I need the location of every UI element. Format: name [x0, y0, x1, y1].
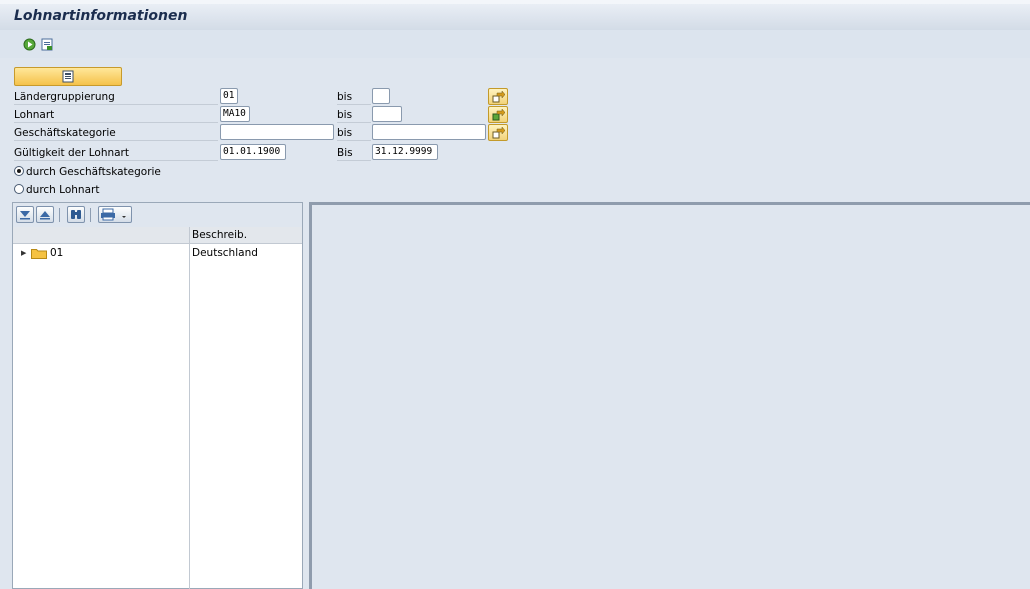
lohnart-bis-label: bis — [337, 107, 371, 123]
execute-icon[interactable] — [23, 38, 36, 51]
column-header-beschreib[interactable]: Beschreib. — [192, 227, 247, 244]
geschaeftskategorie-bis-label: bis — [337, 125, 371, 141]
laendergruppierung-bis-label: bis — [337, 89, 371, 105]
folder-icon — [31, 249, 47, 259]
expand-arrow-icon[interactable]: ▶ — [21, 245, 26, 261]
gueltigkeit-bis-label: Bis — [337, 145, 371, 161]
tree-pane: Beschreib. ▶ 01 Deutschland — [12, 202, 303, 589]
laendergruppierung-from-field[interactable]: 01 — [220, 88, 238, 104]
geschaeftskategorie-multiple-selection-button[interactable] — [488, 124, 508, 141]
toolbar-separator — [59, 208, 60, 222]
document-icon — [62, 70, 74, 83]
label-gueltigkeit: Gültigkeit der Lohnart — [14, 145, 218, 161]
tree-node[interactable]: ▶ 01 Deutschland — [13, 245, 302, 261]
label-geschaeftskategorie: Geschäftskategorie — [14, 125, 218, 141]
lohnart-to-field[interactable] — [372, 106, 402, 122]
find-icon — [71, 210, 81, 219]
geschaeftskategorie-to-field[interactable] — [372, 124, 486, 140]
print-button[interactable] — [98, 206, 132, 223]
arrow-right-icon — [492, 127, 505, 139]
geschaeftskategorie-from-field[interactable] — [220, 124, 334, 140]
tree-node-description: Deutschland — [192, 247, 258, 259]
tree-node-label: 01 — [50, 247, 64, 259]
execute-button[interactable] — [14, 67, 122, 86]
collapse-icon — [40, 211, 50, 220]
label-lohnart: Lohnart — [14, 107, 218, 123]
arrow-right-green-icon — [492, 109, 505, 121]
print-icon — [101, 208, 126, 221]
expand-icon — [20, 211, 30, 220]
tree-column-header: Beschreib. — [13, 227, 302, 244]
lohnart-multiple-selection-button[interactable] — [488, 106, 508, 123]
title-bar: Lohnartinformationen — [0, 0, 1030, 30]
tree-toolbar — [13, 203, 302, 227]
expand-all-button[interactable] — [16, 206, 34, 223]
radio-unselected-icon[interactable] — [14, 184, 24, 194]
label-laendergruppierung: Ländergruppierung — [14, 89, 218, 105]
detail-pane — [309, 202, 1030, 589]
gueltigkeit-to-field[interactable]: 31.12.9999 — [372, 144, 438, 160]
radio-label: durch Geschäftskategorie — [26, 166, 161, 178]
radio-selected-icon[interactable] — [14, 166, 24, 176]
radio-durch-geschaeftskategorie[interactable]: durch Geschäftskategorie — [14, 164, 161, 180]
toolbar-separator — [90, 208, 91, 222]
find-button[interactable] — [67, 206, 85, 223]
laendergruppierung-multiple-selection-button[interactable] — [488, 88, 508, 105]
radio-durch-lohnart[interactable]: durch Lohnart — [14, 182, 99, 198]
gueltigkeit-from-field[interactable]: 01.01.1900 — [220, 144, 286, 160]
collapse-all-button[interactable] — [36, 206, 54, 223]
laendergruppierung-to-field[interactable] — [372, 88, 390, 104]
arrow-right-icon — [492, 91, 505, 103]
application-toolbar — [0, 30, 1030, 58]
column-divider — [189, 227, 190, 589]
radio-label: durch Lohnart — [26, 184, 100, 196]
lohnart-from-field[interactable]: MA10 — [220, 106, 250, 122]
variant-icon[interactable] — [41, 38, 54, 51]
page-title: Lohnartinformationen — [14, 8, 188, 24]
